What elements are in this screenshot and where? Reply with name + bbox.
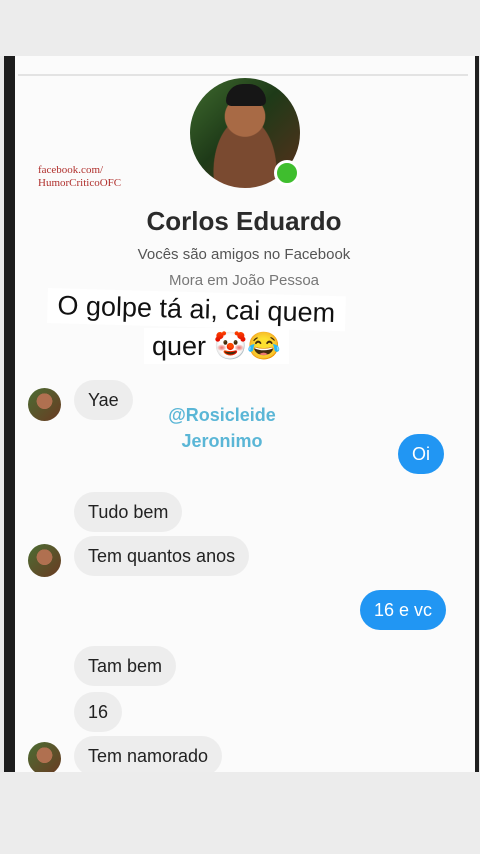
sender-avatar[interactable] bbox=[28, 544, 61, 577]
top-band bbox=[0, 0, 480, 56]
credit-line1: @Rosicleide bbox=[168, 405, 276, 425]
message-incoming: Tam bem bbox=[74, 646, 177, 686]
online-status-icon bbox=[274, 160, 300, 186]
sender-avatar[interactable] bbox=[28, 388, 61, 421]
credit-overlay: @Rosicleide Jeronimo bbox=[152, 402, 292, 454]
watermark-line2: HumorCriticoOFC bbox=[38, 177, 122, 189]
message-incoming: Tem namorado bbox=[74, 736, 223, 772]
bottom-band bbox=[0, 772, 480, 854]
phone-bezel-left bbox=[4, 56, 15, 772]
message-outgoing: 16 e vc bbox=[360, 590, 447, 630]
sender-avatar[interactable] bbox=[28, 742, 61, 772]
friends-note: Vocês são amigos no Facebook bbox=[137, 246, 351, 263]
message-incoming: 16 bbox=[74, 692, 123, 732]
profile-name[interactable]: Corlos Eduardo bbox=[4, 206, 479, 237]
meme-caption: O golpe tá ai, cai quem quer 🤡😂 bbox=[47, 288, 420, 366]
caption-line2: quer 🤡😂 bbox=[144, 328, 289, 364]
phone-screen: facebook.com/ HumorCriticoOFC Corlos Edu… bbox=[4, 56, 479, 772]
header-divider bbox=[18, 74, 468, 76]
watermark: facebook.com/ HumorCriticoOFC bbox=[38, 164, 121, 190]
lives-note: Mora em João Pessoa bbox=[168, 272, 320, 286]
watermark-line1: facebook.com/ bbox=[38, 164, 104, 176]
message-incoming: Tudo bem bbox=[74, 492, 183, 532]
phone-bezel-right bbox=[475, 56, 479, 772]
message-outgoing: Oi bbox=[398, 434, 444, 474]
message-incoming: Tem quantos anos bbox=[74, 536, 250, 576]
caption-line1: O golpe tá ai, cai quem bbox=[47, 288, 346, 332]
credit-line2: Jeronimo bbox=[181, 431, 263, 451]
message-incoming: Yae bbox=[74, 380, 133, 420]
avatar-hair bbox=[226, 84, 266, 106]
